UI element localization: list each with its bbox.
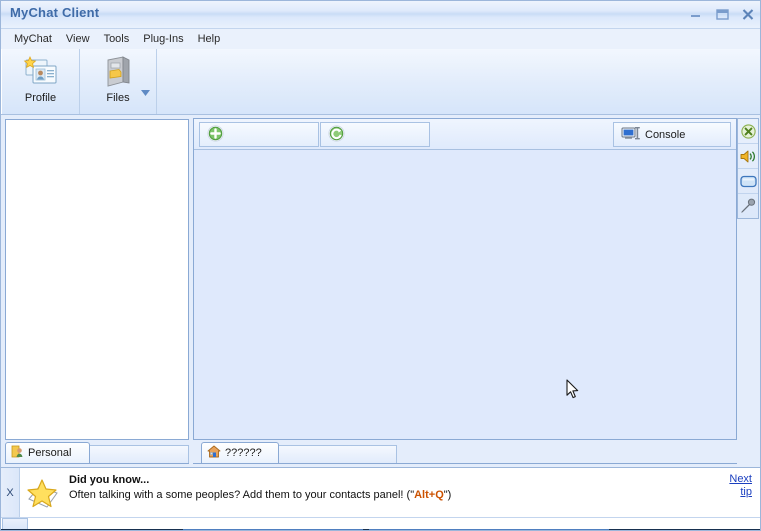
close-green-icon[interactable] — [738, 119, 758, 144]
tip-text-after: ") — [443, 489, 452, 501]
files-button[interactable]: Files — [80, 49, 156, 114]
console-button-label: Console — [645, 128, 686, 141]
home-house-icon — [207, 445, 221, 461]
menu-item-view[interactable]: View — [59, 31, 97, 47]
profile-button[interactable]: Profile — [2, 49, 79, 114]
contacts-list-panel[interactable] — [5, 119, 189, 440]
tip-title: Did you know... — [69, 474, 150, 486]
file-cabinet-icon — [98, 54, 138, 90]
files-dropdown-arrow-icon[interactable] — [141, 87, 150, 96]
menu-item-tools[interactable]: Tools — [97, 31, 137, 47]
close-button[interactable] — [740, 7, 756, 22]
contacts-tab-bar: Personal — [5, 442, 189, 464]
chat-tab-main[interactable]: ?????? — [201, 442, 279, 463]
chat-tab-main-label: ?????? — [225, 447, 262, 459]
tip-text-before: Often talking with a some peoples? Add t… — [69, 489, 415, 501]
toolbar-group-files: Files — [80, 49, 157, 114]
tip-hotkey: Alt+Q — [414, 489, 444, 501]
menu-item-mychat[interactable]: MyChat — [7, 31, 59, 47]
display-window-icon[interactable] — [738, 169, 758, 194]
next-tip-link-line1: Next — [729, 473, 752, 485]
pin-tool-icon[interactable] — [738, 194, 758, 218]
chat-toolbar: Console — [194, 119, 736, 150]
speaker-sound-icon[interactable] — [738, 144, 758, 169]
window-controls — [688, 7, 756, 22]
window-title: MyChat Client — [10, 5, 100, 20]
menu-item-help[interactable]: Help — [191, 31, 228, 47]
add-green-plus-icon — [207, 124, 224, 145]
add-conversation-button[interactable] — [199, 122, 319, 147]
main-toolbar: Profile Files — [1, 49, 760, 115]
minimize-button[interactable] — [688, 7, 704, 22]
profile-card-icon — [21, 54, 61, 90]
chat-panel: Console — [193, 118, 737, 440]
contacts-tab-filler — [89, 445, 189, 463]
side-tool-strip — [737, 118, 759, 219]
sidebar-tab-personal[interactable]: Personal — [5, 442, 90, 463]
contact-person-icon — [11, 445, 24, 461]
chat-message-area[interactable] — [194, 150, 736, 439]
tip-text: Often talking with a some peoples? Add t… — [69, 489, 451, 501]
next-tip-link-line2: tip — [740, 486, 752, 498]
tip-close-button[interactable]: X — [1, 468, 20, 517]
toolbar-group-profile: Profile — [1, 49, 80, 114]
maximize-button[interactable] — [714, 7, 730, 22]
refresh-button[interactable] — [320, 122, 430, 147]
mychat-client-window: MyChat Client MyChat View Tools Plug-Ins… — [0, 0, 761, 531]
refresh-green-arrows-icon — [328, 124, 345, 145]
chat-tab-filler — [277, 445, 397, 463]
menu-item-plugins[interactable]: Plug-Ins — [136, 31, 190, 47]
title-bar: MyChat Client — [1, 1, 760, 29]
monitor-icon — [621, 126, 640, 144]
files-button-label: Files — [106, 92, 130, 104]
next-tip-link[interactable]: Next tip — [720, 473, 752, 499]
workspace: Personal Console ?????? — [1, 115, 760, 467]
sidebar-tab-personal-label: Personal — [28, 447, 72, 459]
menu-bar: MyChat View Tools Plug-Ins Help — [1, 29, 760, 49]
tip-bar: X Did you know... Often talking with a s… — [1, 467, 760, 517]
chat-tab-bar: ?????? — [193, 442, 737, 464]
console-button[interactable]: Console — [613, 122, 731, 147]
star-book-icon — [25, 477, 61, 511]
profile-button-label: Profile — [24, 92, 57, 104]
